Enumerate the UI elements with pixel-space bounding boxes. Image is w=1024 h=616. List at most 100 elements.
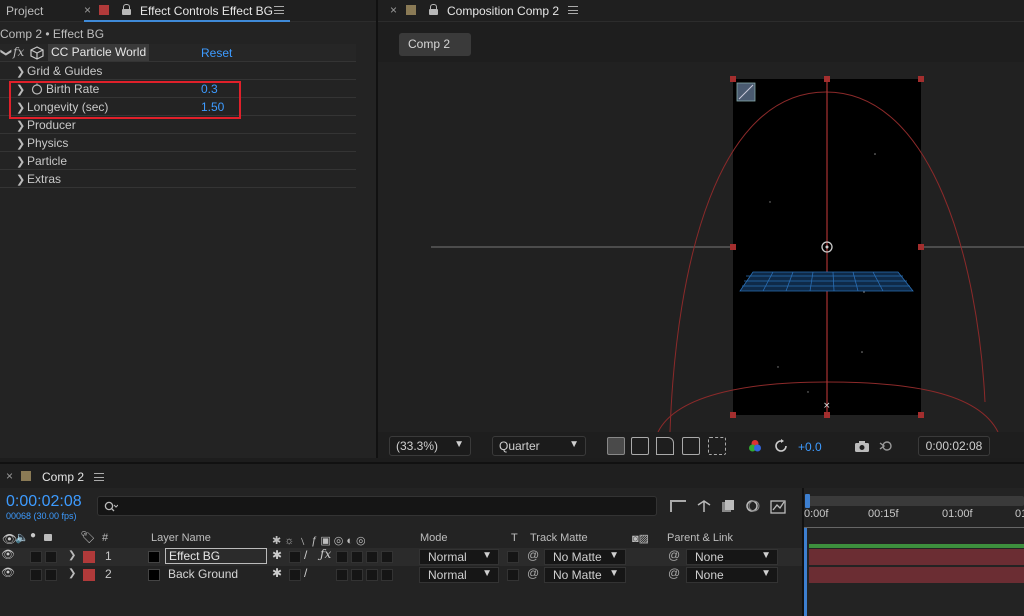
prop-row-producer[interactable]: ❯ Producer bbox=[0, 116, 356, 134]
prop-row-extras[interactable]: ❯ Extras bbox=[0, 170, 356, 188]
lock-toggle[interactable] bbox=[45, 551, 57, 563]
layer-label-color[interactable] bbox=[83, 569, 95, 581]
frame-blending-icon[interactable] bbox=[720, 498, 736, 514]
zoom-dropdown[interactable]: (33.3%) ▼ bbox=[389, 436, 471, 456]
graph-editor-icon[interactable] bbox=[770, 498, 788, 514]
track-matte-dropdown[interactable]: No Matte ▼ bbox=[544, 549, 626, 565]
layer-track-bar[interactable] bbox=[809, 549, 1024, 565]
chevron-right-icon[interactable]: ❯ bbox=[16, 137, 26, 150]
lock-toggle[interactable] bbox=[45, 569, 57, 581]
fast-preview-icon[interactable] bbox=[607, 437, 625, 455]
panel-menu-icon[interactable] bbox=[568, 6, 578, 14]
show-snapshot-icon[interactable] bbox=[878, 439, 894, 453]
search-input[interactable] bbox=[97, 496, 657, 516]
eye-icon[interactable]: 👁 bbox=[1, 548, 15, 561]
solo-icon[interactable]: ● bbox=[30, 530, 36, 541]
preserve-transparency-toggle[interactable] bbox=[507, 551, 519, 563]
close-icon[interactable]: × bbox=[390, 3, 397, 17]
parent-pickwhip-icon[interactable]: @ bbox=[668, 566, 680, 580]
chevron-right-icon[interactable]: ❯ bbox=[68, 550, 76, 561]
switch-box[interactable] bbox=[351, 551, 363, 563]
tab-effect-controls[interactable]: Effect Controls Effect BG bbox=[140, 4, 273, 18]
effect-header-row[interactable]: ❯ fx CC Particle World Reset bbox=[0, 44, 356, 62]
layer-row[interactable]: 👁 ❯ 1 Effect BG ✱ / ƒx Normal ▼ @ No Mat… bbox=[0, 547, 804, 566]
composition-mini-flowchart-icon[interactable] bbox=[670, 500, 686, 512]
shy-switch-icon[interactable]: ✱ bbox=[272, 566, 282, 580]
parent-pickwhip-icon[interactable]: @ bbox=[668, 548, 680, 562]
mode-dropdown[interactable]: Normal ▼ bbox=[419, 549, 499, 565]
exposure-value[interactable]: +0.0 bbox=[798, 440, 822, 454]
audio-icon[interactable]: 🔈 bbox=[15, 531, 29, 544]
quality-switch-icon[interactable]: / bbox=[304, 566, 307, 580]
resolution-dropdown[interactable]: Quarter ▼ bbox=[492, 436, 586, 456]
current-time[interactable]: 0:00:02:08 bbox=[6, 493, 82, 511]
layer-name[interactable]: Effect BG bbox=[165, 548, 267, 564]
color-channels-icon[interactable] bbox=[748, 439, 762, 453]
lock-icon[interactable] bbox=[429, 4, 438, 15]
tab-composition[interactable]: Composition Comp 2 bbox=[447, 4, 559, 18]
effect-name[interactable]: CC Particle World bbox=[48, 44, 150, 61]
chevron-right-icon[interactable]: ❯ bbox=[16, 65, 26, 78]
panel-menu-icon[interactable] bbox=[94, 473, 104, 481]
layer-label-color[interactable] bbox=[83, 551, 95, 563]
transparency-grid-icon[interactable] bbox=[631, 437, 649, 455]
switch-box[interactable] bbox=[366, 551, 378, 563]
motion-blur-icon[interactable] bbox=[744, 498, 760, 514]
chevron-right-icon[interactable]: ❯ bbox=[16, 119, 26, 132]
draft-3d-icon[interactable] bbox=[696, 498, 712, 514]
column-layer-name[interactable]: Layer Name bbox=[151, 532, 211, 544]
chevron-down-icon[interactable]: ❯ bbox=[0, 48, 13, 58]
prop-row-physics[interactable]: ❯ Physics bbox=[0, 134, 356, 152]
fx-icon[interactable]: fx bbox=[13, 45, 24, 59]
panel-menu-icon[interactable] bbox=[274, 6, 284, 14]
timecode-field[interactable]: 0:00:02:08 bbox=[918, 436, 990, 456]
prop-row-grid-guides[interactable]: ❯ Grid & Guides bbox=[0, 62, 356, 80]
eye-icon[interactable]: 👁 bbox=[1, 566, 15, 579]
quality-switch-icon[interactable]: / bbox=[304, 548, 307, 562]
time-ruler-ticks[interactable] bbox=[804, 522, 1024, 528]
switch-box[interactable] bbox=[336, 551, 348, 563]
work-area-bar[interactable] bbox=[808, 496, 1024, 506]
camera-icon[interactable] bbox=[854, 440, 870, 453]
reset-exposure-icon[interactable] bbox=[774, 439, 788, 453]
switch-box[interactable] bbox=[381, 569, 393, 581]
work-area-start-handle[interactable] bbox=[805, 494, 810, 508]
switch-box[interactable] bbox=[289, 569, 301, 581]
parent-dropdown[interactable]: None ▼ bbox=[686, 549, 778, 565]
chevron-right-icon[interactable]: ❯ bbox=[16, 173, 26, 186]
layer-row[interactable]: 👁 ❯ 2 Back Ground ✱ / Normal ▼ @ No Matt… bbox=[0, 566, 804, 584]
preserve-transparency-toggle[interactable] bbox=[507, 569, 519, 581]
tab-timeline-comp[interactable]: Comp 2 bbox=[42, 470, 84, 484]
lock-column-icon[interactable] bbox=[44, 534, 52, 541]
layer-name[interactable]: Back Ground bbox=[168, 567, 238, 581]
track-matte-dropdown[interactable]: No Matte ▼ bbox=[544, 567, 626, 583]
comp-flowchart-button[interactable]: Comp 2 bbox=[399, 33, 471, 56]
switch-box[interactable] bbox=[289, 551, 301, 563]
switch-box[interactable] bbox=[336, 569, 348, 581]
close-icon[interactable]: × bbox=[84, 3, 91, 17]
lock-icon[interactable] bbox=[122, 4, 131, 15]
switch-box[interactable] bbox=[351, 569, 363, 581]
reset-link[interactable]: Reset bbox=[201, 46, 232, 60]
switches-icons[interactable]: ✱☼﹨ƒ▣◎◐◎ bbox=[272, 532, 369, 548]
comp-viewer[interactable]: × bbox=[378, 62, 1024, 432]
parent-dropdown[interactable]: None ▼ bbox=[686, 567, 778, 583]
mode-dropdown[interactable]: Normal ▼ bbox=[419, 567, 499, 583]
switch-box[interactable] bbox=[366, 569, 378, 581]
chevron-right-icon[interactable]: ❯ bbox=[68, 568, 76, 579]
current-time-indicator[interactable] bbox=[804, 528, 807, 616]
matte-pickwhip-icon[interactable]: @ bbox=[527, 548, 539, 562]
shy-switch-icon[interactable]: ✱ bbox=[272, 548, 282, 562]
switch-box[interactable] bbox=[381, 551, 393, 563]
solo-toggle[interactable] bbox=[30, 551, 42, 563]
close-icon[interactable]: × bbox=[6, 469, 13, 483]
fx-switch-icon[interactable]: ƒx bbox=[320, 547, 331, 561]
layer-track-bar[interactable] bbox=[809, 567, 1024, 583]
chevron-right-icon[interactable]: ❯ bbox=[16, 155, 26, 168]
prop-row-particle[interactable]: ❯ Particle bbox=[0, 152, 356, 170]
grid-guide-icon[interactable] bbox=[708, 437, 726, 455]
solo-toggle[interactable] bbox=[30, 569, 42, 581]
matte-pickwhip-icon[interactable]: @ bbox=[527, 566, 539, 580]
region-of-interest-icon[interactable] bbox=[682, 437, 700, 455]
label-tag-icon[interactable]: 🏷 bbox=[80, 530, 95, 544]
